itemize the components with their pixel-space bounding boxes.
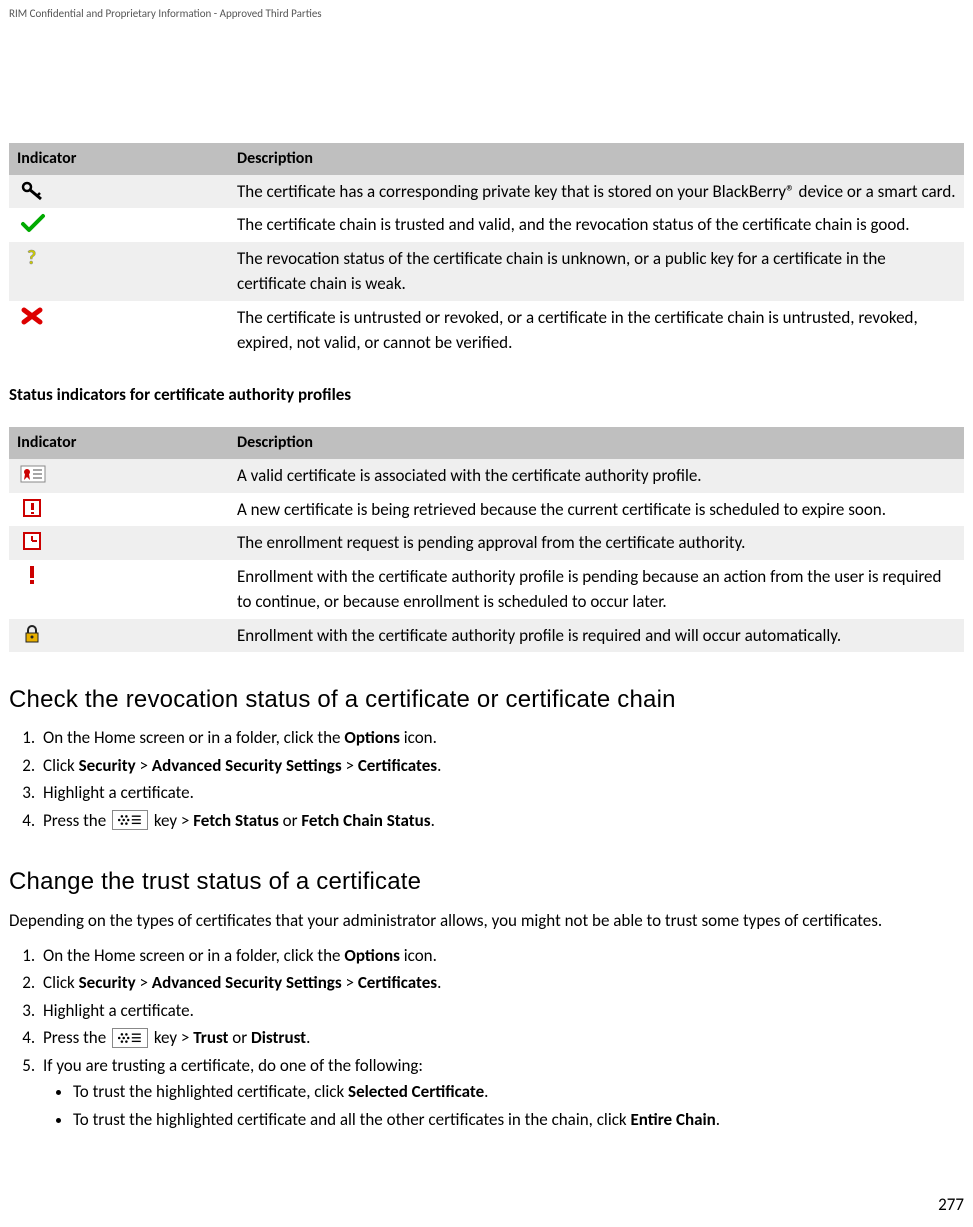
section-heading-trust: Change the trust status of a certificate <box>9 864 964 900</box>
table-row: The certificate has a corresponding priv… <box>9 175 964 209</box>
steps-trust: On the Home screen or in a folder, click… <box>23 942 964 1135</box>
table-row: A valid certificate is associated with t… <box>9 459 964 493</box>
steps-revocation: On the Home screen or in a folder, click… <box>23 724 964 834</box>
check-icon <box>19 212 47 234</box>
svg-text:?: ? <box>27 246 36 268</box>
substeps: To trust the highlighted certificate, cl… <box>55 1078 964 1133</box>
menu-key-icon <box>112 810 148 830</box>
table-row: The certificate chain is trusted and val… <box>9 208 964 242</box>
step: Click Security > Advanced Security Setti… <box>39 969 964 997</box>
lock-icon <box>19 623 47 645</box>
th-indicator: Indicator <box>9 143 229 175</box>
cell-desc: Enrollment with the certificate authorit… <box>229 560 964 619</box>
step: Highlight a certificate. <box>39 997 964 1025</box>
step: Press the key > Trust or Distrust. <box>39 1024 964 1052</box>
page-number: 277 <box>938 1192 964 1218</box>
table-row: Enrollment with the certificate authorit… <box>9 619 964 653</box>
cell-desc: Enrollment with the certificate authorit… <box>229 619 964 653</box>
table-row: The enrollment request is pending approv… <box>9 526 964 560</box>
section-heading-revocation: Check the revocation status of a certifi… <box>9 682 964 718</box>
subheading-ca-profiles: Status indicators for certificate author… <box>9 382 964 408</box>
step: If you are trusting a certificate, do on… <box>39 1052 964 1135</box>
cell-desc: The certificate is untrusted or revoked,… <box>229 301 964 360</box>
confidentiality-header: RIM Confidential and Proprietary Informa… <box>9 0 964 23</box>
indicator-table-2: Indicator Description A valid certificat… <box>9 427 964 652</box>
x-icon <box>19 305 47 327</box>
th-description: Description <box>229 143 964 175</box>
cell-desc: The revocation status of the certificate… <box>229 242 964 301</box>
cert-valid-icon <box>19 463 47 485</box>
substep: To trust the highlighted certificate and… <box>73 1106 964 1134</box>
table-row: ? The revocation status of the certifica… <box>9 242 964 301</box>
menu-key-icon <box>112 1028 148 1048</box>
cell-desc: A valid certificate is associated with t… <box>229 459 964 493</box>
cert-clock-icon <box>19 530 47 552</box>
exclaim-icon <box>19 564 47 586</box>
question-icon: ? <box>19 246 47 268</box>
step: On the Home screen or in a folder, click… <box>39 724 964 752</box>
table-row: Enrollment with the certificate authorit… <box>9 560 964 619</box>
cell-desc: A new certificate is being retrieved bec… <box>229 493 964 527</box>
cert-alert-icon <box>19 497 47 519</box>
substep: To trust the highlighted certificate, cl… <box>73 1078 964 1106</box>
step: Click Security > Advanced Security Setti… <box>39 752 964 780</box>
key-icon <box>19 179 47 201</box>
table-row: The certificate is untrusted or revoked,… <box>9 301 964 360</box>
cell-desc: The certificate has a corresponding priv… <box>229 175 964 209</box>
cell-desc: The certificate chain is trusted and val… <box>229 208 964 242</box>
step: Press the key > Fetch Status or Fetch Ch… <box>39 807 964 835</box>
step: Highlight a certificate. <box>39 779 964 807</box>
indicator-table-1: Indicator Description The certificate ha… <box>9 143 964 360</box>
th-description: Description <box>229 427 964 459</box>
cell-desc: The enrollment request is pending approv… <box>229 526 964 560</box>
th-indicator: Indicator <box>9 427 229 459</box>
table-row: A new certificate is being retrieved bec… <box>9 493 964 527</box>
section-intro: Depending on the types of certificates t… <box>9 908 964 934</box>
step: On the Home screen or in a folder, click… <box>39 942 964 970</box>
